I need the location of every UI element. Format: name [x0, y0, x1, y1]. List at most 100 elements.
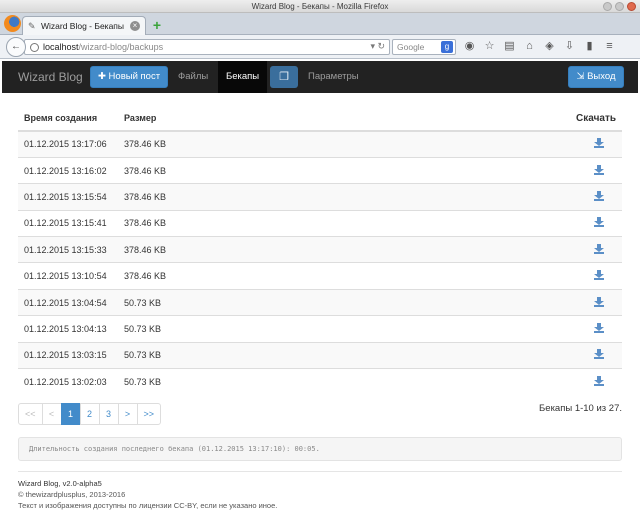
search-placeholder: Google — [397, 42, 425, 52]
menu-icon[interactable]: ≡ — [602, 39, 617, 54]
page-3[interactable]: 3 — [98, 403, 119, 425]
download-icon[interactable] — [594, 243, 604, 254]
page-last[interactable]: >> — [136, 403, 162, 425]
clipboard-icon[interactable]: ▤ — [502, 39, 517, 54]
reload-icon[interactable]: ▾ ↻ — [370, 41, 385, 52]
table-row: 01.12.2015 13:17:06 378.46 KB — [18, 130, 622, 158]
table-row: 01.12.2015 13:02:03 50.73 KB — [18, 368, 622, 395]
row-time: 01.12.2015 13:15:33 — [18, 236, 118, 263]
nav-files[interactable]: Файлы — [170, 61, 216, 93]
row-time: 01.12.2015 13:15:54 — [18, 183, 118, 211]
brand-link[interactable]: Wizard Blog — [18, 61, 83, 93]
abp-icon[interactable]: ◉ — [462, 39, 477, 54]
download-icon[interactable] — [594, 138, 604, 149]
search-input[interactable]: Google g — [392, 39, 456, 55]
url-bar[interactable]: localhost/wizard-blog/backups ▾ ↻ — [24, 39, 390, 55]
row-size: 378.46 KB — [118, 156, 361, 184]
footer-version: Wizard Blog, v2.0-alpha5 — [18, 479, 102, 488]
close-tab-icon[interactable]: × — [130, 21, 140, 31]
google-icon: g — [441, 41, 453, 53]
maximize-button[interactable] — [615, 2, 624, 11]
page-2[interactable]: 2 — [79, 403, 100, 425]
row-size: 378.46 KB — [118, 262, 361, 290]
table-row: 01.12.2015 13:04:13 50.73 KB — [18, 315, 622, 343]
page-1[interactable]: 1 — [60, 403, 81, 425]
app-navbar: Wizard Blog ✚ Новый пост Файлы Бекапы ❐ … — [2, 61, 638, 93]
download-icon[interactable] — [594, 296, 604, 307]
row-size: 50.73 KB — [118, 315, 361, 343]
download-icon[interactable] — [594, 164, 604, 175]
browser-tab[interactable]: ✎ Wizard Blog - Бекапы × — [22, 16, 146, 35]
pagination: << < 1 2 3 > >> — [18, 403, 162, 425]
browser-toolbar: localhost/wizard-blog/backups ▾ ↻ ← Goog… — [0, 35, 640, 59]
nav-backups[interactable]: Бекапы — [218, 61, 268, 93]
home-icon[interactable]: ⌂ — [522, 39, 537, 54]
footer: Wizard Blog, v2.0-alpha5 © thewizardplus… — [18, 478, 277, 511]
new-post-button[interactable]: ✚ Новый пост — [90, 66, 168, 88]
window-controls — [603, 2, 636, 11]
row-time: 01.12.2015 13:02:03 — [18, 368, 118, 395]
backups-table: Время создания Размер Скачать 01.12.2015… — [18, 106, 622, 395]
globe-icon — [30, 42, 39, 52]
download-icon[interactable] — [594, 322, 604, 333]
header-download: Скачать — [360, 106, 622, 132]
header-created: Время создания — [18, 106, 118, 132]
url-path: /wizard-blog/backups — [78, 42, 164, 52]
tab-title: Wizard Blog - Бекапы — [41, 21, 125, 31]
table-row: 01.12.2015 13:04:54 50.73 KB — [18, 288, 622, 316]
star-icon[interactable]: ☆ — [482, 39, 497, 54]
back-button[interactable]: ← — [6, 37, 26, 57]
download-icon[interactable] — [594, 190, 604, 201]
download-icon[interactable] — [594, 217, 604, 228]
download-icon[interactable] — [594, 375, 604, 386]
row-time: 01.12.2015 13:16:02 — [18, 156, 118, 184]
backups-table-container: Время создания Размер Скачать 01.12.2015… — [18, 106, 622, 395]
backup-duration-info: Длительность создания последнего бекапа … — [18, 437, 622, 461]
window-title: Wizard Blog - Бекапы - Mozilla Firefox — [251, 2, 389, 11]
logout-label: Выход — [587, 71, 616, 82]
row-time: 01.12.2015 13:17:06 — [18, 130, 118, 158]
row-time: 01.12.2015 13:04:54 — [18, 288, 118, 316]
firefox-logo-icon — [4, 15, 21, 32]
page-prev[interactable]: < — [41, 403, 62, 425]
logout-icon: ⇲ — [576, 71, 585, 82]
table-row: 01.12.2015 13:15:33 378.46 KB — [18, 236, 622, 263]
row-time: 01.12.2015 13:04:13 — [18, 315, 118, 343]
new-post-label: Новый пост — [108, 71, 161, 82]
download-icon[interactable]: ⇩ — [562, 39, 577, 54]
table-header-row: Время создания Размер Скачать — [18, 106, 622, 132]
row-size: 50.73 KB — [118, 341, 361, 369]
page-next[interactable]: > — [117, 403, 138, 425]
table-row: 01.12.2015 13:15:54 378.46 KB — [18, 183, 622, 211]
header-size: Размер — [118, 106, 361, 132]
row-time: 01.12.2015 13:15:41 — [18, 209, 118, 237]
download-icon[interactable] — [594, 270, 604, 281]
row-size: 378.46 KB — [118, 236, 361, 263]
pocket-icon[interactable]: ◈ — [542, 39, 557, 54]
plus-icon: ✚ — [97, 71, 106, 82]
table-row: 01.12.2015 13:16:02 378.46 KB — [18, 156, 622, 184]
footer-copyright: © thewizardplusplus, 2013-2016 — [18, 490, 126, 499]
backups-counter: Бекапы 1-10 из 27. — [539, 403, 622, 414]
row-time: 01.12.2015 13:03:15 — [18, 341, 118, 369]
footer-divider — [18, 471, 622, 472]
window-titlebar: Wizard Blog - Бекапы - Mozilla Firefox — [0, 0, 640, 13]
table-row: 01.12.2015 13:10:54 378.46 KB — [18, 262, 622, 290]
new-tab-button[interactable]: + — [150, 18, 164, 32]
footer-license: Текст и изображения доступны по лицензии… — [18, 501, 278, 510]
logout-button[interactable]: ⇲ Выход — [568, 66, 624, 88]
copy-icon[interactable]: ❐ — [270, 66, 298, 88]
close-window-button[interactable] — [627, 2, 636, 11]
tab-strip: ✎ Wizard Blog - Бекапы × + — [0, 13, 640, 35]
download-icon[interactable] — [594, 349, 604, 360]
row-size: 378.46 KB — [118, 209, 361, 237]
page-first[interactable]: << — [18, 403, 43, 425]
row-time: 01.12.2015 13:10:54 — [18, 262, 118, 290]
row-size: 378.46 KB — [118, 183, 361, 211]
row-size: 50.73 KB — [118, 368, 361, 395]
addon-icon[interactable]: ▮ — [582, 39, 597, 54]
minimize-button[interactable] — [603, 2, 612, 11]
row-size: 50.73 KB — [118, 288, 361, 316]
nav-settings[interactable]: Параметры — [300, 61, 367, 93]
url-host: localhost — [43, 42, 79, 52]
